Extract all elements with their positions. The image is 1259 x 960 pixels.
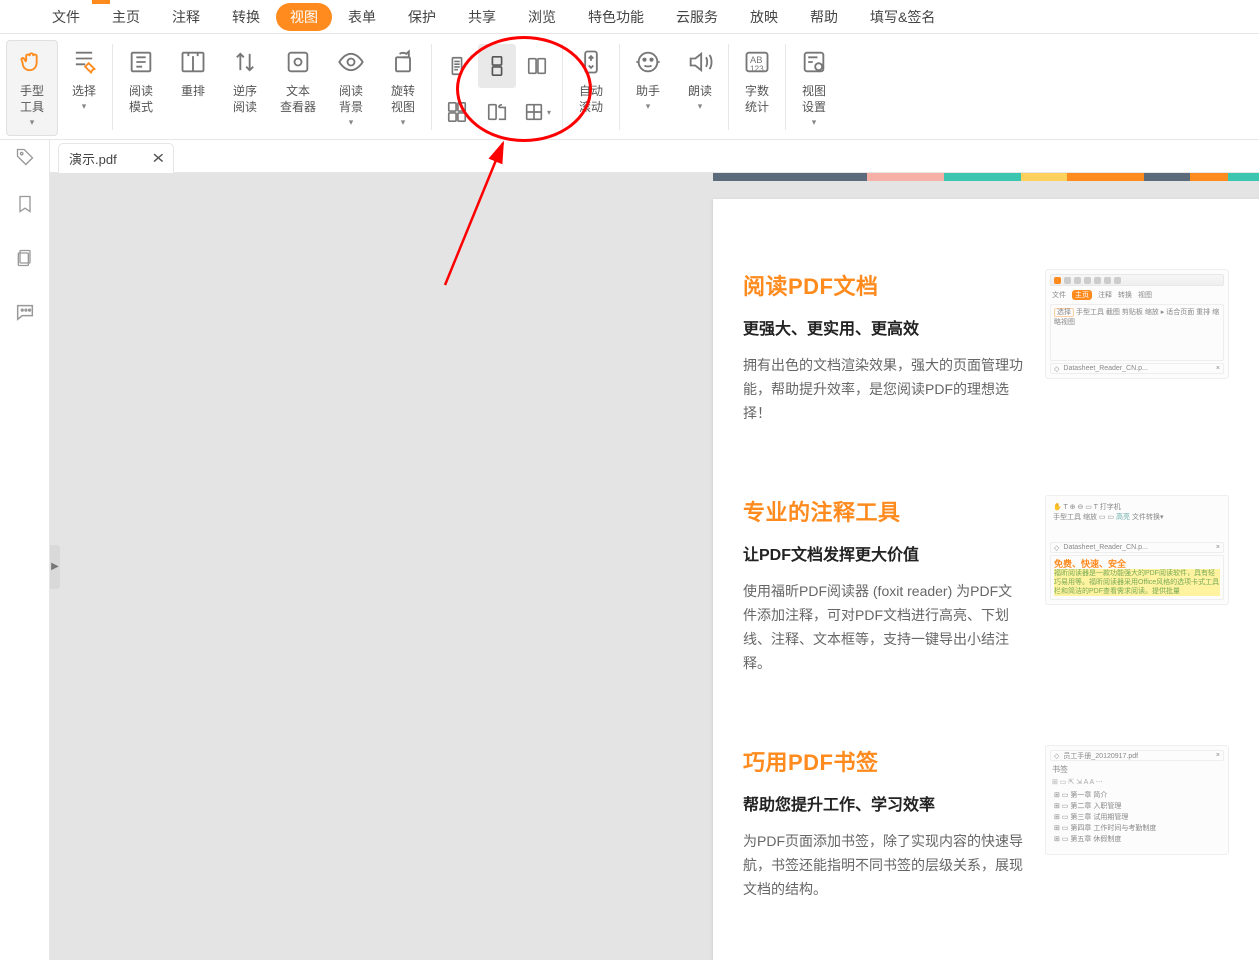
hand-icon [15,45,49,79]
document-tabstrip: 演示.pdf × [50,140,1259,173]
speaker-icon [683,45,717,79]
chevron-down-icon: ▾ [812,117,817,128]
section2-subtitle: 让PDF文档发挥更大价值 [743,541,1025,565]
rotate-icon [386,45,420,79]
chevron-down-icon: ▾ [401,117,406,128]
section3-title: 巧用PDF书签 [743,745,1025,777]
menu-browse[interactable]: 浏览 [512,1,572,33]
auto-scroll-button[interactable]: 自动滚动 [565,40,617,136]
menu-view[interactable]: 视图 [276,3,332,31]
section3-subtitle: 帮助您提升工作、学习效率 [743,791,1025,815]
section1-thumbnail: 文件主页注释转换视图 选择 手型工具 截图 剪贴板 缩放 ▸ 适合页面 重排 缩… [1045,269,1229,379]
reverse-icon [228,45,262,79]
panel-toggle-button[interactable]: ▶ [50,545,60,589]
section3-body: 为PDF页面添加书签，除了实现内容的快速导航，书签还能指明不同书签的层级关系，展… [743,829,1025,901]
continuous-facing-button[interactable] [438,90,476,134]
helper-icon [631,45,665,79]
comments-panel-icon[interactable] [12,299,38,325]
section3-thumbnail: ◇ 员工手册_20120917.pdf × 书签 ⊞ ▭ ⇱ ⇲ A A ⋯ ⊞… [1045,745,1229,855]
section-read-pdf: 阅读PDF文档 更强大、更实用、更高效 拥有出色的文档渲染效果，强大的页面管理功… [743,269,1229,425]
reverse-read-label: 逆序阅读 [233,83,257,115]
text-viewer-button[interactable]: 文本查看器 [271,40,325,136]
section1-subtitle: 更强大、更实用、更高效 [743,315,1025,339]
svg-text:123: 123 [750,64,764,73]
menu-bar: 文件 主页 注释 转换 视图 表单 保护 共享 浏览 特色功能 云服务 放映 帮… [0,0,1259,34]
section2-thumbnail: ✋ T ⊕ ⊖ ▭ T 打字机手型工具 缩放 ▭ ▭ 高亮 文件转换▾ ◇ Da… [1045,495,1229,605]
menu-present[interactable]: 放映 [734,1,794,33]
text-viewer-label: 文本查看器 [280,83,316,115]
menu-help[interactable]: 帮助 [794,1,854,33]
section2-body: 使用福昕PDF阅读器 (foxit reader) 为PDF文件添加注释，可对P… [743,579,1025,675]
menu-share[interactable]: 共享 [452,1,512,33]
page-layout-grid: ▾ [434,40,560,134]
hand-tool-label: 手型工具 [20,83,44,115]
reverse-read-button[interactable]: 逆序阅读 [219,40,271,136]
helper-button[interactable]: 助手 ▾ [622,40,674,136]
menu-home[interactable]: 主页 [96,1,156,33]
continuous-page-button[interactable] [478,44,516,88]
select-tool-button[interactable]: 选择 ▾ [58,40,110,136]
ribbon: 手型工具 ▾ 选择 ▾ 阅读模式 重排 逆序阅读 文本查看器 [0,34,1259,140]
hand-tool-button[interactable]: 手型工具 ▾ [6,40,58,136]
chevron-down-icon: ▾ [82,101,87,112]
reading-mode-label: 阅读模式 [129,83,153,115]
chevron-down-icon: ▾ [646,101,651,112]
menu-comment[interactable]: 注释 [156,1,216,33]
menu-feature[interactable]: 特色功能 [572,1,660,33]
select-label: 选择 [72,84,96,98]
reflow-label: 重排 [181,84,205,98]
facing-page-button[interactable] [518,44,556,88]
page-preview-right: 阅读PDF文档 更强大、更实用、更高效 拥有出色的文档渲染效果，强大的页面管理功… [713,173,1259,960]
auto-scroll-icon [574,45,608,79]
read-bg-button[interactable]: 阅读背景 ▾ [325,40,377,136]
document-tab[interactable]: 演示.pdf × [58,143,174,173]
sidebar-tag-icon[interactable] [0,140,50,173]
menu-form[interactable]: 表单 [332,1,392,33]
section1-body: 拥有出色的文档渲染效果，强大的页面管理功能，帮助提升效率，是您阅读PDF的理想选… [743,353,1025,425]
view-settings-button[interactable]: 视图设置 ▾ [788,40,840,136]
chevron-down-icon: ▾ [30,117,35,128]
section-annotate: 专业的注释工具 让PDF文档发挥更大价值 使用福昕PDF阅读器 (foxit r… [743,495,1229,675]
reflow-icon [176,45,210,79]
word-count-button[interactable]: AB123 字数统计 [731,40,783,136]
view-settings-label: 视图设置 [802,83,826,115]
section2-title: 专业的注释工具 [743,495,1025,527]
document-tab-title: 演示.pdf [69,149,117,168]
read-bg-label: 阅读背景 [339,83,363,115]
menu-protect[interactable]: 保护 [392,1,452,33]
menu-file[interactable]: 文件 [36,1,96,33]
split-view-button[interactable]: ▾ [518,90,556,134]
word-count-icon: AB123 [740,45,774,79]
chevron-down-icon: ▾ [349,117,354,128]
document-page: 阅读PDF文档 更强大、更实用、更高效 拥有出色的文档渲染效果，强大的页面管理功… [713,199,1259,960]
reading-mode-button[interactable]: 阅读模式 [115,40,167,136]
pages-panel-icon[interactable] [12,245,38,271]
left-sidebar [0,173,50,960]
rotate-view-button[interactable]: 旋转视图 ▾ [377,40,429,136]
decorative-stripe [713,173,1259,181]
auto-scroll-label: 自动滚动 [579,83,603,115]
section1-title: 阅读PDF文档 [743,269,1025,301]
rotate-view-label: 旋转视图 [391,83,415,115]
bookmark-panel-icon[interactable] [12,191,38,217]
text-viewer-icon [281,45,315,79]
word-count-label: 字数统计 [745,83,769,115]
menu-sign[interactable]: 填写&签名 [854,1,951,33]
single-page-button[interactable] [438,44,476,88]
document-workspace[interactable]: ▶ 阅读PDF文档 更强大、更实用、更高效 拥有出色的文档渲染效果，强大的页面管… [50,173,1259,960]
speak-label: 朗读 [688,84,712,98]
menu-convert[interactable]: 转换 [216,1,276,33]
close-tab-button[interactable]: × [152,151,165,165]
book-icon [124,45,158,79]
section-bookmark: 巧用PDF书签 帮助您提升工作、学习效率 为PDF页面添加书签，除了实现内容的快… [743,745,1229,901]
helper-label: 助手 [636,84,660,98]
reflow-button[interactable]: 重排 [167,40,219,136]
settings-icon [797,45,831,79]
chevron-down-icon: ▾ [698,101,703,112]
separate-cover-button[interactable] [478,90,516,134]
speak-button[interactable]: 朗读 ▾ [674,40,726,136]
select-icon [67,45,101,79]
eye-icon [334,45,368,79]
menu-cloud[interactable]: 云服务 [660,1,734,33]
